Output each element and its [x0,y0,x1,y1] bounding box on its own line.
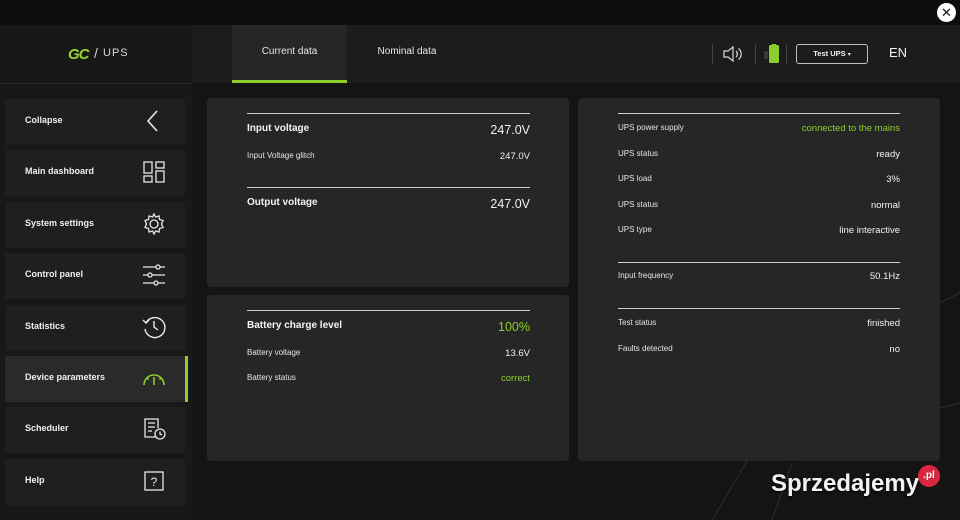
dashboard-grid-icon [143,161,165,183]
input-frequency-label: Input frequency [618,271,674,280]
divider [247,310,530,311]
sidebar-item-main-dashboard[interactable]: Main dashboard [5,150,185,196]
battery-status-value: correct [500,373,530,384]
question-icon: ? [144,471,164,491]
sidebar-item-label: Control panel [25,269,83,279]
sidebar-item-device-parameters[interactable]: Device parameters [5,356,188,402]
watermark-text: Sprzedajemy [771,470,920,497]
logo-mark: GC [68,46,89,63]
battery-charge-value: 100% [498,320,530,334]
ups-status-value: normal [870,200,900,211]
divider [618,262,900,263]
watermark-badge: .pl [918,465,940,487]
sidebar-item-label: Main dashboard [25,166,95,176]
sidebar-item-label: Help [25,475,45,485]
voltage-panel: Input voltage 247.0V Input Voltage glitc… [207,98,569,287]
test-status-label: Test status [618,318,657,327]
divider [247,113,530,114]
divider [755,44,756,64]
faults-detected-value: no [889,344,900,355]
ups-type-label: UPS type [618,225,652,234]
divider [618,113,900,114]
sidebar-item-label: Statistics [25,321,66,331]
output-voltage-label: Output voltage [247,197,318,208]
input-voltage-glitch-label: Input Voltage glitch [247,151,315,160]
sidebar-item-label: Device parameters [25,372,106,382]
sidebar-item-label: Collapse [25,115,63,125]
device-select[interactable]: Test UPS ▾ [796,44,868,64]
divider [786,44,787,64]
chevron-down-icon: ▾ [847,52,851,58]
divider [247,187,530,188]
speaker-icon[interactable] [722,45,744,63]
battery-panel: Battery charge level 100% Battery voltag… [207,295,569,461]
sidebar-item-system-settings[interactable]: System settings [5,202,185,248]
divider [0,83,192,84]
input-frequency-value: 50.1Hz [869,271,900,282]
sidebar-item-label: Scheduler [25,423,69,433]
logo-separator: / [94,45,98,61]
ups-status-label: UPS status [618,200,659,209]
input-voltage-value: 247.0V [490,123,530,137]
chevron-left-icon [146,110,158,132]
test-status-value: finished [867,318,900,329]
main-content: Input voltage 247.0V Input Voltage glitc… [192,83,960,520]
brand-logo: GC / UPS [0,25,192,83]
battery-voltage-value: 13.6V [505,348,530,359]
faults-detected-label: Faults detected [618,344,673,353]
logo-product: UPS [103,47,129,59]
ups-load-label: UPS load [618,174,652,183]
gear-icon [144,212,164,236]
sliders-icon [143,264,165,286]
divider [712,44,713,64]
tab-current-data[interactable]: Current data [232,25,347,83]
tab-label: Current data [261,46,318,57]
ups-status-value: ready [876,149,900,160]
tab-nominal-data[interactable]: Nominal data [362,25,452,83]
schedule-doc-icon [144,418,166,440]
device-select-value: Test UPS [813,49,846,58]
divider [618,308,900,309]
history-clock-icon [142,316,166,339]
ups-load-value: 3% [886,174,900,185]
sidebar-item-help[interactable]: Help ? [5,459,185,505]
tab-bar: Current data Nominal data Test UPS ▾ EN [192,25,960,83]
close-icon[interactable]: ✕ [937,3,956,22]
svg-text:?: ? [151,475,158,489]
ups-status-label: UPS status [618,149,659,158]
tab-label: Nominal data [377,46,437,57]
gauge-icon [143,374,165,386]
input-voltage-glitch-value: 247.0V [499,151,530,162]
sidebar-item-collapse[interactable]: Collapse [5,99,185,145]
output-voltage-value: 247.0V [490,197,530,211]
language-selector[interactable]: EN [889,45,907,60]
ups-status-panel: UPS power supply connected to the mains … [578,98,940,461]
ups-type-value: line interactive [839,225,900,236]
sidebar-item-statistics[interactable]: Statistics [5,305,185,351]
battery-status-label: Battery status [247,373,296,382]
input-voltage-label: Input voltage [247,123,310,134]
battery-charge-label: Battery charge level [247,320,343,331]
sidebar-item-scheduler[interactable]: Scheduler [5,407,185,453]
battery-icon[interactable] [764,44,780,64]
ups-power-supply-label: UPS power supply [618,123,684,132]
sidebar: GC / UPS Collapse Main dashboard System … [0,25,192,520]
sidebar-item-label: System settings [25,218,95,228]
sidebar-item-control-panel[interactable]: Control panel [5,253,185,299]
title-bar: ✕ [0,0,960,25]
battery-voltage-label: Battery voltage [247,348,301,357]
ups-power-supply-value: connected to the mains [801,123,900,134]
active-indicator [185,356,188,402]
